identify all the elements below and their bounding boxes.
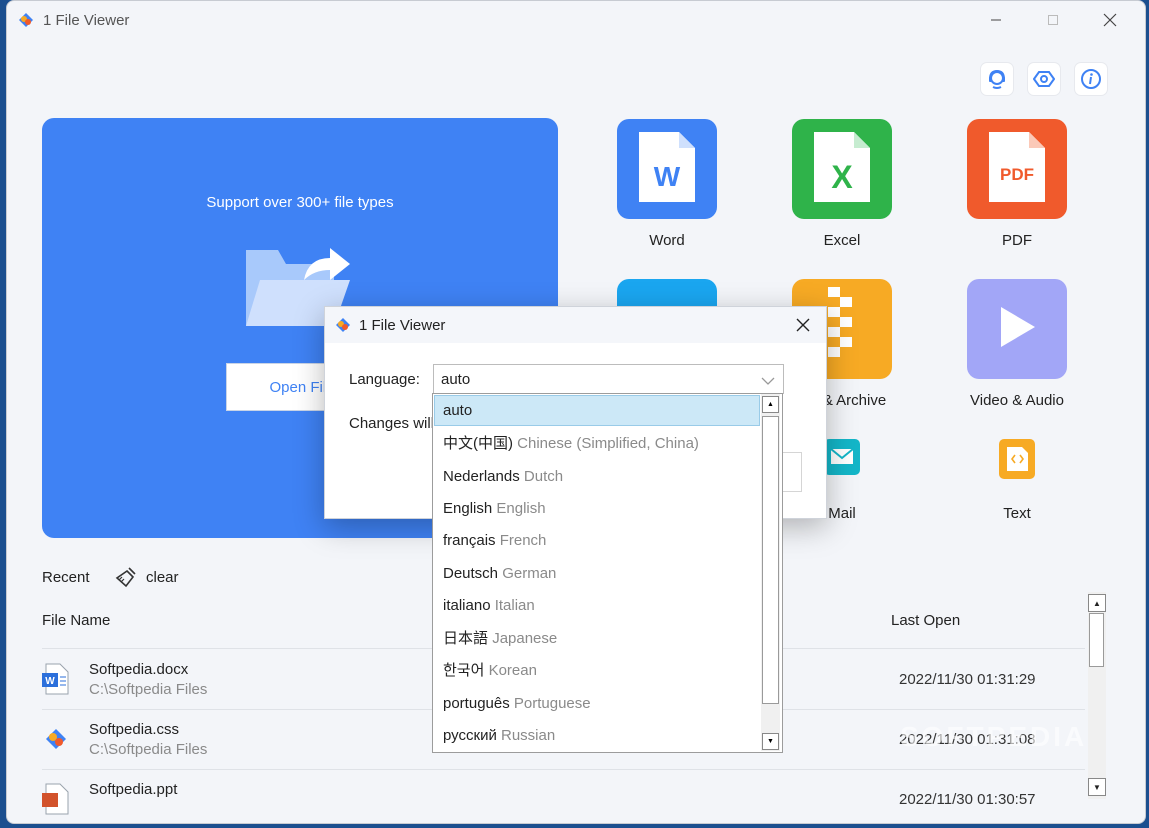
ppt-file-icon <box>42 783 72 815</box>
dialog-title-bar: 1 File Viewer <box>325 307 826 343</box>
dialog-close-button[interactable] <box>793 315 813 335</box>
excel-tile[interactable]: X <box>792 119 892 219</box>
watermark-logo: SOFTPEDIA <box>900 721 1088 752</box>
docx-file-icon: W <box>42 663 72 695</box>
support-text: Support over 300+ file types <box>206 194 394 211</box>
word-label: Word <box>649 232 685 249</box>
scroll-down-button[interactable]: ▼ <box>1088 778 1106 796</box>
scroll-up-button[interactable]: ▲ <box>1088 594 1106 612</box>
language-option[interactable]: русский Russian <box>434 720 760 751</box>
scroll-up-button[interactable]: ▲ <box>762 396 779 413</box>
svg-text:PDF: PDF <box>1000 165 1034 184</box>
language-select-value: auto <box>441 371 471 388</box>
language-option[interactable]: português Portuguese <box>434 688 760 719</box>
support-icon[interactable] <box>981 63 1013 95</box>
language-label: Language: <box>349 371 420 388</box>
close-window-button[interactable] <box>1087 7 1133 33</box>
language-option[interactable]: Deutsch German <box>434 558 760 589</box>
language-option[interactable]: italiano Italian <box>434 590 760 621</box>
pdf-icon: PDF <box>987 130 1047 209</box>
play-icon <box>997 305 1037 354</box>
svg-text:X: X <box>831 159 853 195</box>
word-tile[interactable]: W <box>617 119 717 219</box>
last-open-time: 2022/11/30 01:30:57 <box>899 791 1036 808</box>
word-icon: W <box>637 130 697 209</box>
app-logo-icon <box>334 316 352 339</box>
window-title: 1 File Viewer <box>43 12 130 29</box>
column-file-name[interactable]: File Name <box>42 612 110 629</box>
minimize-button[interactable] <box>973 7 1019 33</box>
language-option[interactable]: français French <box>434 525 760 556</box>
language-option[interactable]: English English <box>434 493 760 524</box>
svg-text:W: W <box>654 161 681 192</box>
mail-icon[interactable] <box>822 437 862 482</box>
pdf-tile[interactable]: PDF <box>967 119 1067 219</box>
file-name: Softpedia.docx <box>89 661 189 678</box>
zip-icon <box>822 286 862 372</box>
file-name: Softpedia.css <box>89 721 180 738</box>
language-option[interactable]: 中文(中国) Chinese (Simplified, China) <box>434 428 760 459</box>
broom-icon[interactable] <box>115 566 137 593</box>
language-option[interactable]: 한국어 Korean <box>434 655 760 686</box>
pdf-label: PDF <box>1002 232 1032 249</box>
settings-icon[interactable] <box>1028 63 1060 95</box>
recent-scrollbar[interactable]: ▲ ▼ <box>1088 592 1106 799</box>
file-path: C:\Softpedia Files <box>89 741 208 758</box>
column-last-open[interactable]: Last Open <box>891 612 960 629</box>
language-option[interactable]: Nederlands Dutch <box>434 461 760 492</box>
maximize-button[interactable] <box>1030 7 1076 33</box>
dialog-title: 1 File Viewer <box>359 317 446 334</box>
scroll-thumb[interactable] <box>762 416 779 704</box>
video-tile[interactable] <box>967 279 1067 379</box>
file-name: Softpedia.ppt <box>89 781 178 798</box>
chevron-down-icon <box>761 373 775 391</box>
dropdown-scrollbar[interactable]: ▲ ▼ <box>761 394 780 751</box>
table-row[interactable]: Softpedia.ppt 2022/11/30 01:30:57 <box>42 769 1085 823</box>
scroll-down-button[interactable]: ▼ <box>762 733 779 750</box>
recent-label: Recent <box>42 569 90 586</box>
title-bar: 1 File Viewer <box>7 1 1145 39</box>
last-open-time: 2022/11/30 01:31:29 <box>899 671 1036 688</box>
excel-icon: X <box>812 130 872 209</box>
changes-note: Changes will <box>349 415 435 432</box>
language-select[interactable]: auto <box>433 364 784 394</box>
css-file-icon <box>42 723 72 755</box>
file-path: C:\Softpedia Files <box>89 681 208 698</box>
language-option[interactable]: auto <box>434 395 760 426</box>
video-label: Video & Audio <box>970 392 1064 409</box>
text-label: Text <box>1003 505 1031 522</box>
info-icon[interactable] <box>1075 63 1107 95</box>
clear-button[interactable]: clear <box>146 569 179 586</box>
code-file-icon[interactable] <box>997 437 1037 486</box>
scroll-thumb[interactable] <box>1089 613 1104 667</box>
svg-text:W: W <box>45 676 55 687</box>
excel-label: Excel <box>823 232 861 249</box>
language-dropdown-list[interactable]: auto 中文(中国) Chinese (Simplified, China) … <box>432 393 783 753</box>
language-option[interactable]: 日本語 Japanese <box>434 623 760 654</box>
app-logo-icon <box>17 11 35 29</box>
